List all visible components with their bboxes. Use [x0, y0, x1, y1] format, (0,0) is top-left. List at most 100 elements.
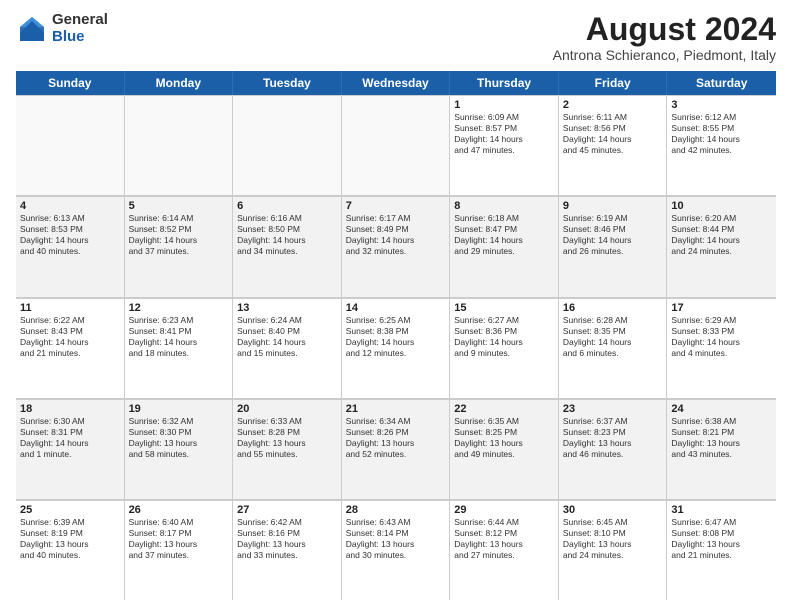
calendar-day-13: 13Sunrise: 6:24 AMSunset: 8:40 PMDayligh…: [233, 298, 342, 398]
calendar-week-4: 18Sunrise: 6:30 AMSunset: 8:31 PMDayligh…: [16, 399, 776, 500]
calendar-day-15: 15Sunrise: 6:27 AMSunset: 8:36 PMDayligh…: [450, 298, 559, 398]
day-number: 7: [346, 200, 446, 212]
day-info: Sunrise: 6:34 AMSunset: 8:26 PMDaylight:…: [346, 416, 446, 460]
day-info: Sunrise: 6:38 AMSunset: 8:21 PMDaylight:…: [671, 416, 772, 460]
day-number: 5: [129, 200, 229, 212]
day-info: Sunrise: 6:43 AMSunset: 8:14 PMDaylight:…: [346, 517, 446, 561]
calendar-day-7: 7Sunrise: 6:17 AMSunset: 8:49 PMDaylight…: [342, 196, 451, 296]
day-number: 2: [563, 99, 663, 111]
day-info: Sunrise: 6:42 AMSunset: 8:16 PMDaylight:…: [237, 517, 337, 561]
header-day-saturday: Saturday: [667, 71, 776, 95]
header-day-wednesday: Wednesday: [342, 71, 451, 95]
logo: General Blue: [16, 12, 108, 45]
day-info: Sunrise: 6:40 AMSunset: 8:17 PMDaylight:…: [129, 517, 229, 561]
calendar-day-20: 20Sunrise: 6:33 AMSunset: 8:28 PMDayligh…: [233, 399, 342, 499]
day-info: Sunrise: 6:27 AMSunset: 8:36 PMDaylight:…: [454, 315, 554, 359]
day-number: 31: [671, 504, 772, 516]
day-info: Sunrise: 6:23 AMSunset: 8:41 PMDaylight:…: [129, 315, 229, 359]
header: General Blue August 2024 Antrona Schiera…: [16, 12, 776, 63]
logo-general-text: General: [52, 12, 108, 29]
calendar-day-21: 21Sunrise: 6:34 AMSunset: 8:26 PMDayligh…: [342, 399, 451, 499]
day-info: Sunrise: 6:16 AMSunset: 8:50 PMDaylight:…: [237, 213, 337, 257]
day-info: Sunrise: 6:35 AMSunset: 8:25 PMDaylight:…: [454, 416, 554, 460]
day-number: 15: [454, 302, 554, 314]
calendar-day-31: 31Sunrise: 6:47 AMSunset: 8:08 PMDayligh…: [667, 500, 776, 600]
day-number: 29: [454, 504, 554, 516]
calendar-day-26: 26Sunrise: 6:40 AMSunset: 8:17 PMDayligh…: [125, 500, 234, 600]
day-info: Sunrise: 6:19 AMSunset: 8:46 PMDaylight:…: [563, 213, 663, 257]
day-number: 17: [671, 302, 772, 314]
calendar-day-27: 27Sunrise: 6:42 AMSunset: 8:16 PMDayligh…: [233, 500, 342, 600]
calendar-day-30: 30Sunrise: 6:45 AMSunset: 8:10 PMDayligh…: [559, 500, 668, 600]
calendar-day-24: 24Sunrise: 6:38 AMSunset: 8:21 PMDayligh…: [667, 399, 776, 499]
day-number: 25: [20, 504, 120, 516]
calendar-empty: [125, 95, 234, 195]
day-number: 6: [237, 200, 337, 212]
calendar-week-5: 25Sunrise: 6:39 AMSunset: 8:19 PMDayligh…: [16, 500, 776, 600]
day-info: Sunrise: 6:13 AMSunset: 8:53 PMDaylight:…: [20, 213, 120, 257]
day-info: Sunrise: 6:20 AMSunset: 8:44 PMDaylight:…: [671, 213, 772, 257]
day-number: 16: [563, 302, 663, 314]
day-number: 18: [20, 403, 120, 415]
calendar-day-8: 8Sunrise: 6:18 AMSunset: 8:47 PMDaylight…: [450, 196, 559, 296]
calendar-week-2: 4Sunrise: 6:13 AMSunset: 8:53 PMDaylight…: [16, 196, 776, 297]
day-info: Sunrise: 6:37 AMSunset: 8:23 PMDaylight:…: [563, 416, 663, 460]
day-number: 3: [671, 99, 772, 111]
day-info: Sunrise: 6:45 AMSunset: 8:10 PMDaylight:…: [563, 517, 663, 561]
day-number: 27: [237, 504, 337, 516]
day-number: 10: [671, 200, 772, 212]
calendar-day-5: 5Sunrise: 6:14 AMSunset: 8:52 PMDaylight…: [125, 196, 234, 296]
day-number: 11: [20, 302, 120, 314]
calendar-day-6: 6Sunrise: 6:16 AMSunset: 8:50 PMDaylight…: [233, 196, 342, 296]
calendar-day-22: 22Sunrise: 6:35 AMSunset: 8:25 PMDayligh…: [450, 399, 559, 499]
calendar-day-2: 2Sunrise: 6:11 AMSunset: 8:56 PMDaylight…: [559, 95, 668, 195]
day-info: Sunrise: 6:44 AMSunset: 8:12 PMDaylight:…: [454, 517, 554, 561]
main-title: August 2024: [553, 12, 776, 47]
calendar-day-29: 29Sunrise: 6:44 AMSunset: 8:12 PMDayligh…: [450, 500, 559, 600]
day-number: 21: [346, 403, 446, 415]
day-info: Sunrise: 6:39 AMSunset: 8:19 PMDaylight:…: [20, 517, 120, 561]
day-number: 24: [671, 403, 772, 415]
day-info: Sunrise: 6:22 AMSunset: 8:43 PMDaylight:…: [20, 315, 120, 359]
calendar-day-9: 9Sunrise: 6:19 AMSunset: 8:46 PMDaylight…: [559, 196, 668, 296]
calendar-empty: [342, 95, 451, 195]
day-info: Sunrise: 6:09 AMSunset: 8:57 PMDaylight:…: [454, 112, 554, 156]
calendar-body: 1Sunrise: 6:09 AMSunset: 8:57 PMDaylight…: [16, 95, 776, 600]
logo-text: General Blue: [52, 12, 108, 45]
day-info: Sunrise: 6:29 AMSunset: 8:33 PMDaylight:…: [671, 315, 772, 359]
calendar-week-3: 11Sunrise: 6:22 AMSunset: 8:43 PMDayligh…: [16, 298, 776, 399]
day-number: 13: [237, 302, 337, 314]
day-info: Sunrise: 6:25 AMSunset: 8:38 PMDaylight:…: [346, 315, 446, 359]
calendar-header: SundayMondayTuesdayWednesdayThursdayFrid…: [16, 71, 776, 95]
calendar-day-17: 17Sunrise: 6:29 AMSunset: 8:33 PMDayligh…: [667, 298, 776, 398]
day-info: Sunrise: 6:24 AMSunset: 8:40 PMDaylight:…: [237, 315, 337, 359]
day-info: Sunrise: 6:33 AMSunset: 8:28 PMDaylight:…: [237, 416, 337, 460]
day-info: Sunrise: 6:18 AMSunset: 8:47 PMDaylight:…: [454, 213, 554, 257]
day-info: Sunrise: 6:12 AMSunset: 8:55 PMDaylight:…: [671, 112, 772, 156]
day-number: 12: [129, 302, 229, 314]
calendar-empty: [16, 95, 125, 195]
title-block: August 2024 Antrona Schieranco, Piedmont…: [553, 12, 776, 63]
day-number: 22: [454, 403, 554, 415]
day-number: 8: [454, 200, 554, 212]
day-number: 30: [563, 504, 663, 516]
header-day-monday: Monday: [125, 71, 234, 95]
calendar-empty: [233, 95, 342, 195]
calendar: SundayMondayTuesdayWednesdayThursdayFrid…: [16, 71, 776, 600]
day-info: Sunrise: 6:17 AMSunset: 8:49 PMDaylight:…: [346, 213, 446, 257]
calendar-day-4: 4Sunrise: 6:13 AMSunset: 8:53 PMDaylight…: [16, 196, 125, 296]
calendar-day-19: 19Sunrise: 6:32 AMSunset: 8:30 PMDayligh…: [125, 399, 234, 499]
calendar-day-14: 14Sunrise: 6:25 AMSunset: 8:38 PMDayligh…: [342, 298, 451, 398]
calendar-day-16: 16Sunrise: 6:28 AMSunset: 8:35 PMDayligh…: [559, 298, 668, 398]
day-number: 26: [129, 504, 229, 516]
day-info: Sunrise: 6:47 AMSunset: 8:08 PMDaylight:…: [671, 517, 772, 561]
header-day-thursday: Thursday: [450, 71, 559, 95]
day-number: 9: [563, 200, 663, 212]
calendar-week-1: 1Sunrise: 6:09 AMSunset: 8:57 PMDaylight…: [16, 95, 776, 196]
calendar-day-10: 10Sunrise: 6:20 AMSunset: 8:44 PMDayligh…: [667, 196, 776, 296]
logo-blue-text: Blue: [52, 29, 108, 46]
day-number: 4: [20, 200, 120, 212]
day-number: 23: [563, 403, 663, 415]
day-info: Sunrise: 6:32 AMSunset: 8:30 PMDaylight:…: [129, 416, 229, 460]
calendar-day-18: 18Sunrise: 6:30 AMSunset: 8:31 PMDayligh…: [16, 399, 125, 499]
